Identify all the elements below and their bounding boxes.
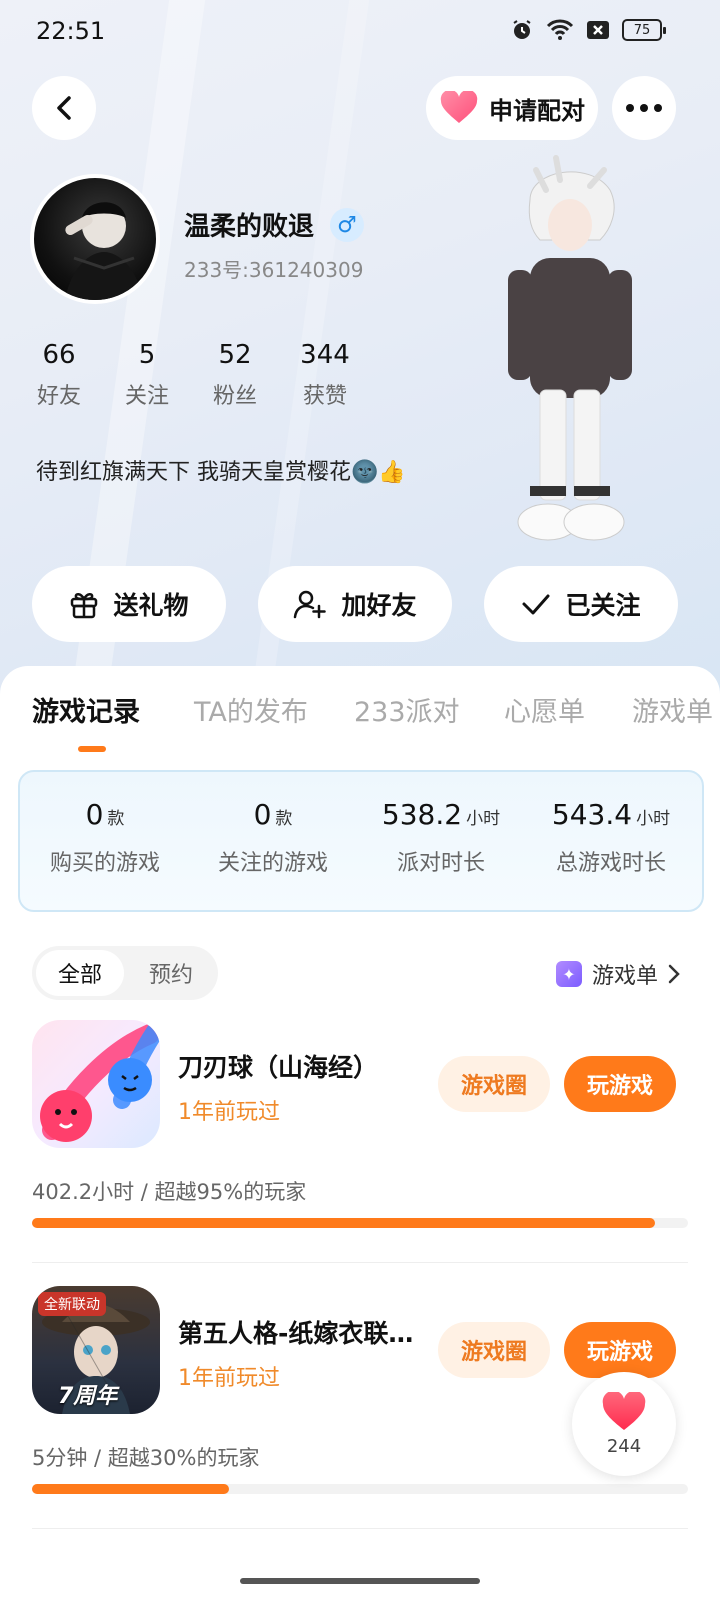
more-button[interactable] <box>612 76 676 140</box>
tab-game-lists[interactable]: 游戏单 <box>632 690 713 729</box>
status-time: 22:51 <box>36 17 106 45</box>
summary-purchased: 0款 购买的游戏 <box>20 798 190 877</box>
summary-unit: 小时 <box>466 809 501 829</box>
more-dots-icon <box>626 104 662 112</box>
battery-indicator: 75 <box>622 19 666 41</box>
check-icon <box>522 594 550 615</box>
divider <box>32 1528 688 1529</box>
stat-value: 52 <box>218 340 252 370</box>
summary-unit: 款 <box>275 809 293 829</box>
back-button[interactable] <box>32 76 96 140</box>
game-title[interactable]: 第五人格-纸嫁衣联… <box>178 1314 413 1350</box>
game-title[interactable]: 刀刃球（山海经） <box>178 1048 378 1084</box>
game-list-link-label: 游戏单 <box>591 964 658 989</box>
stat-value: 66 <box>42 340 76 370</box>
stat-label: 关注 <box>124 384 169 409</box>
game-circle-button[interactable]: 游戏圈 <box>438 1322 550 1378</box>
game-icon-blade-ball[interactable] <box>32 1020 160 1148</box>
summary-total-time: 543.4 小时 总游戏时长 <box>526 798 696 877</box>
stat-value: 5 <box>138 340 156 370</box>
status-bar: 22:51 75 <box>0 0 720 64</box>
add-friend-label: 加好友 <box>341 591 417 620</box>
divider <box>32 1262 688 1263</box>
bio-text: 待到红旗满天下 我骑天皇赏樱花🌚👍 <box>36 460 406 485</box>
heart-icon <box>602 1391 646 1430</box>
username: 温柔的败退 <box>184 212 315 242</box>
followed-button[interactable]: 已关注 <box>484 566 678 642</box>
playtime-progress-track <box>32 1218 688 1228</box>
add-user-icon <box>294 590 327 619</box>
summary-followed: 0款 关注的游戏 <box>188 798 358 877</box>
tab-bar: 游戏记录 TA的发布 233派对 心愿单 游戏单 <box>0 690 720 750</box>
character-figure-icon <box>508 155 632 541</box>
game-playtime-stat: 402.2小时 / 超越95%的玩家 <box>32 1180 307 1204</box>
user-id: 233号:361240309 <box>184 258 364 282</box>
chevron-left-icon <box>57 96 71 120</box>
summary-label: 总游戏时长 <box>555 851 666 876</box>
tab-game-records[interactable]: 游戏记录 <box>32 690 140 729</box>
stat-fans[interactable]: 52 粉丝 <box>200 340 270 410</box>
play-game-button[interactable]: 玩游戏 <box>564 1056 676 1112</box>
stat-likes[interactable]: 344 获赞 <box>290 340 360 410</box>
summary-unit: 小时 <box>636 809 671 829</box>
game-circle-button[interactable]: 游戏圈 <box>438 1056 550 1112</box>
send-gift-button[interactable]: 送礼物 <box>32 566 226 642</box>
game-playtime-stat: 5分钟 / 超越30%的玩家 <box>32 1446 260 1470</box>
stat-label: 好友 <box>36 384 81 409</box>
summary-label: 派对时长 <box>396 851 485 876</box>
stat-friends[interactable]: 66 好友 <box>24 340 94 410</box>
blade-ball-art-icon <box>40 1021 160 1142</box>
stat-label: 获赞 <box>302 384 347 409</box>
sparkle-icon: ✦ <box>555 961 582 987</box>
summary-value: 543.4 <box>551 798 633 831</box>
avatar-character[interactable] <box>490 150 650 550</box>
game-icon-identity-v[interactable]: 全新联动 7周年 <box>32 1286 160 1414</box>
tab-posts[interactable]: TA的发布 <box>194 690 308 729</box>
stat-label: 粉丝 <box>212 384 257 409</box>
summary-value: 0 <box>85 798 104 831</box>
like-count: 244 <box>606 1435 642 1457</box>
pair-request-button[interactable]: 申请配对 <box>426 76 598 140</box>
game-icon-caption: 7周年 <box>58 1384 118 1409</box>
no-sim-icon <box>587 21 609 39</box>
playtime-progress-fill <box>32 1218 656 1228</box>
chevron-right-icon <box>668 964 680 984</box>
followed-label: 已关注 <box>565 591 641 620</box>
game-last-played: 1年前玩过 <box>178 1366 280 1391</box>
tab-active-indicator <box>78 746 106 752</box>
home-indicator[interactable] <box>240 1578 480 1584</box>
summary-value: 0 <box>253 798 272 831</box>
filter-toggle: 全部 预约 <box>32 946 218 1000</box>
tab-party[interactable]: 233派对 <box>354 690 460 729</box>
wifi-icon <box>546 19 574 40</box>
heart-icon <box>440 91 478 123</box>
add-friend-button[interactable]: 加好友 <box>258 566 452 642</box>
tab-wishlist[interactable]: 心愿单 <box>504 690 585 729</box>
stat-value: 344 <box>300 340 350 370</box>
summary-label: 关注的游戏 <box>217 851 328 876</box>
game-list-link[interactable]: ✦ 游戏单 <box>555 958 680 990</box>
send-gift-label: 送礼物 <box>113 591 189 620</box>
summary-unit: 款 <box>107 809 125 829</box>
filter-reserve[interactable]: 预约 <box>128 950 214 996</box>
filter-all[interactable]: 全部 <box>36 950 124 996</box>
pair-request-label: 申请配对 <box>489 96 585 125</box>
summary-card: 0款 购买的游戏 0款 关注的游戏 538.2 小时 派对时长 543.4 小时 总… <box>18 770 704 912</box>
gender-male-icon: ♂ <box>330 208 364 242</box>
status-icons: 75 <box>510 18 666 42</box>
summary-value: 538.2 <box>381 798 463 831</box>
game-last-played: 1年前玩过 <box>178 1100 280 1125</box>
alarm-icon <box>513 20 531 39</box>
playtime-progress-track <box>32 1484 688 1494</box>
summary-label: 购买的游戏 <box>49 851 160 876</box>
summary-party-time: 538.2 小时 派对时长 <box>356 798 526 877</box>
like-float-button[interactable]: 244 <box>572 1372 676 1476</box>
avatar[interactable] <box>30 174 160 304</box>
stat-following[interactable]: 5 关注 <box>112 340 182 410</box>
play-game-button[interactable]: 玩游戏 <box>564 1322 676 1378</box>
playtime-progress-fill <box>32 1484 229 1494</box>
game-icon-badge: 全新联动 <box>38 1292 106 1316</box>
gift-icon <box>71 593 98 619</box>
